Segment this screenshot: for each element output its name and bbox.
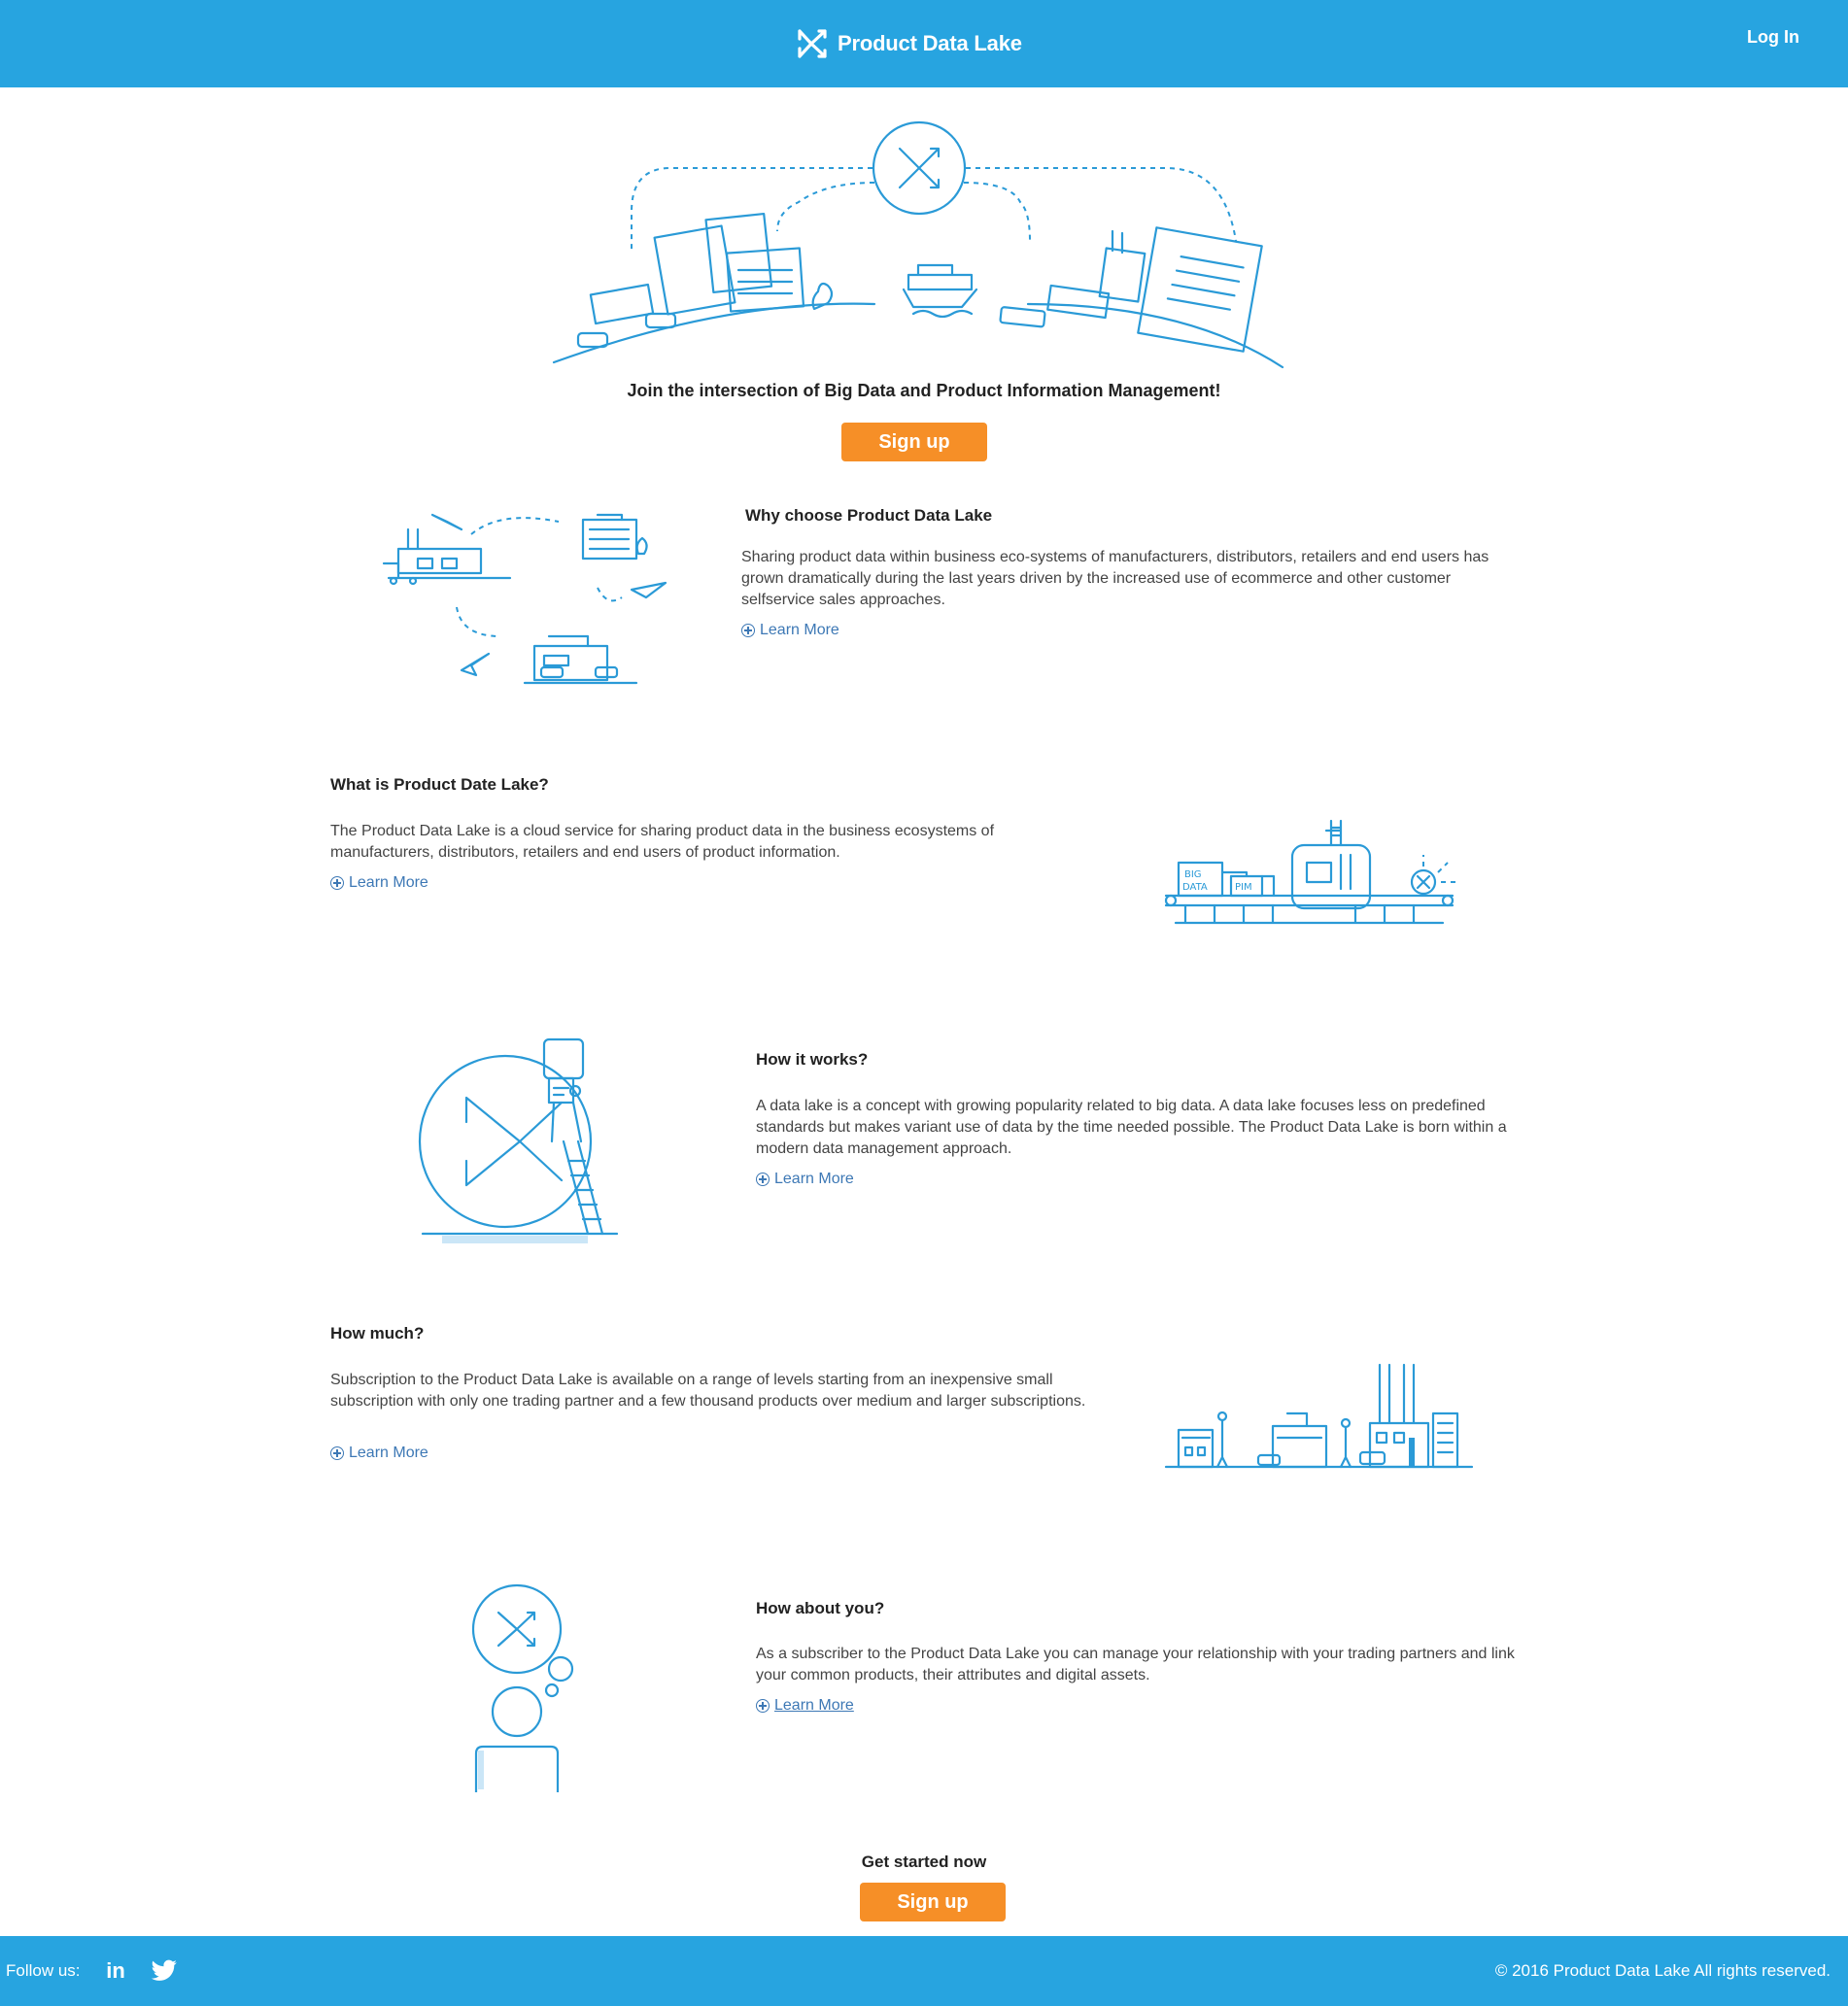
learn-more-why-choose[interactable]: Learn More — [741, 622, 839, 639]
how-it-works-illustration — [418, 1037, 619, 1243]
why-choose-illustration — [382, 513, 667, 685]
section-text-why-choose: Sharing product data within business eco… — [741, 549, 1489, 608]
section-title-why-choose: Why choose Product Data Lake — [745, 506, 993, 525]
section-text-how-it-works: A data lake is a concept with growing po… — [756, 1098, 1507, 1157]
section-text-how-about-you: As a subscriber to the Product Data Lake… — [756, 1646, 1515, 1683]
plus-circle-icon — [330, 1446, 344, 1460]
section-title-how-about-you: How about you? — [756, 1599, 885, 1617]
section-title-what-is: What is Product Date Lake? — [330, 775, 549, 794]
learn-more-how-it-works[interactable]: Learn More — [756, 1171, 854, 1188]
plus-circle-icon — [756, 1173, 770, 1186]
copyright-text: © 2016 Product Data Lake All rights rese… — [1494, 1961, 1831, 1980]
section-text-how-much: Subscription to the Product Data Lake is… — [330, 1372, 1086, 1410]
login-link[interactable]: Log In — [1747, 27, 1799, 48]
cta-title: Get started now — [861, 1853, 987, 1871]
site-header: Product Data Lake Log In — [0, 0, 1848, 87]
section-text-what-is: The Product Data Lake is a cloud service… — [330, 823, 995, 861]
plus-circle-icon — [741, 624, 755, 637]
how-about-you-illustration — [471, 1583, 574, 1792]
plus-circle-icon — [330, 876, 344, 890]
section-title-how-much: How much? — [330, 1324, 425, 1343]
learn-more-how-about-you[interactable]: Learn More — [756, 1697, 854, 1715]
plus-circle-icon — [756, 1699, 770, 1713]
site-footer: Follow us: in © 2016 Product Data Lake A… — [0, 1936, 1848, 2006]
data-label: DATA — [1182, 882, 1208, 893]
big-label: BIG — [1184, 869, 1202, 880]
hero-illustration — [552, 120, 1284, 369]
hero-tagline: Join the intersection of Big Data and Pr… — [627, 381, 1221, 400]
how-much-illustration — [1164, 1363, 1474, 1469]
follow-label: Follow us: — [6, 1961, 81, 1980]
hero-signup-button[interactable]: Sign up — [841, 423, 987, 461]
learn-more-how-much[interactable]: Learn More — [330, 1445, 428, 1462]
logo-icon — [798, 29, 827, 58]
learn-more-what-is[interactable]: Learn More — [330, 874, 428, 892]
what-is-illustration: BIG DATA PIM — [1164, 819, 1457, 925]
cta-signup-button[interactable]: Sign up — [860, 1883, 1006, 1921]
brand-name: Product Data Lake — [838, 31, 1022, 55]
section-title-how-it-works: How it works? — [756, 1050, 869, 1069]
pim-label: PIM — [1235, 882, 1252, 893]
brand-logo[interactable]: Product Data Lake — [797, 21, 1022, 66]
twitter-icon[interactable] — [148, 1955, 181, 1987]
linkedin-icon[interactable]: in — [99, 1955, 132, 1987]
